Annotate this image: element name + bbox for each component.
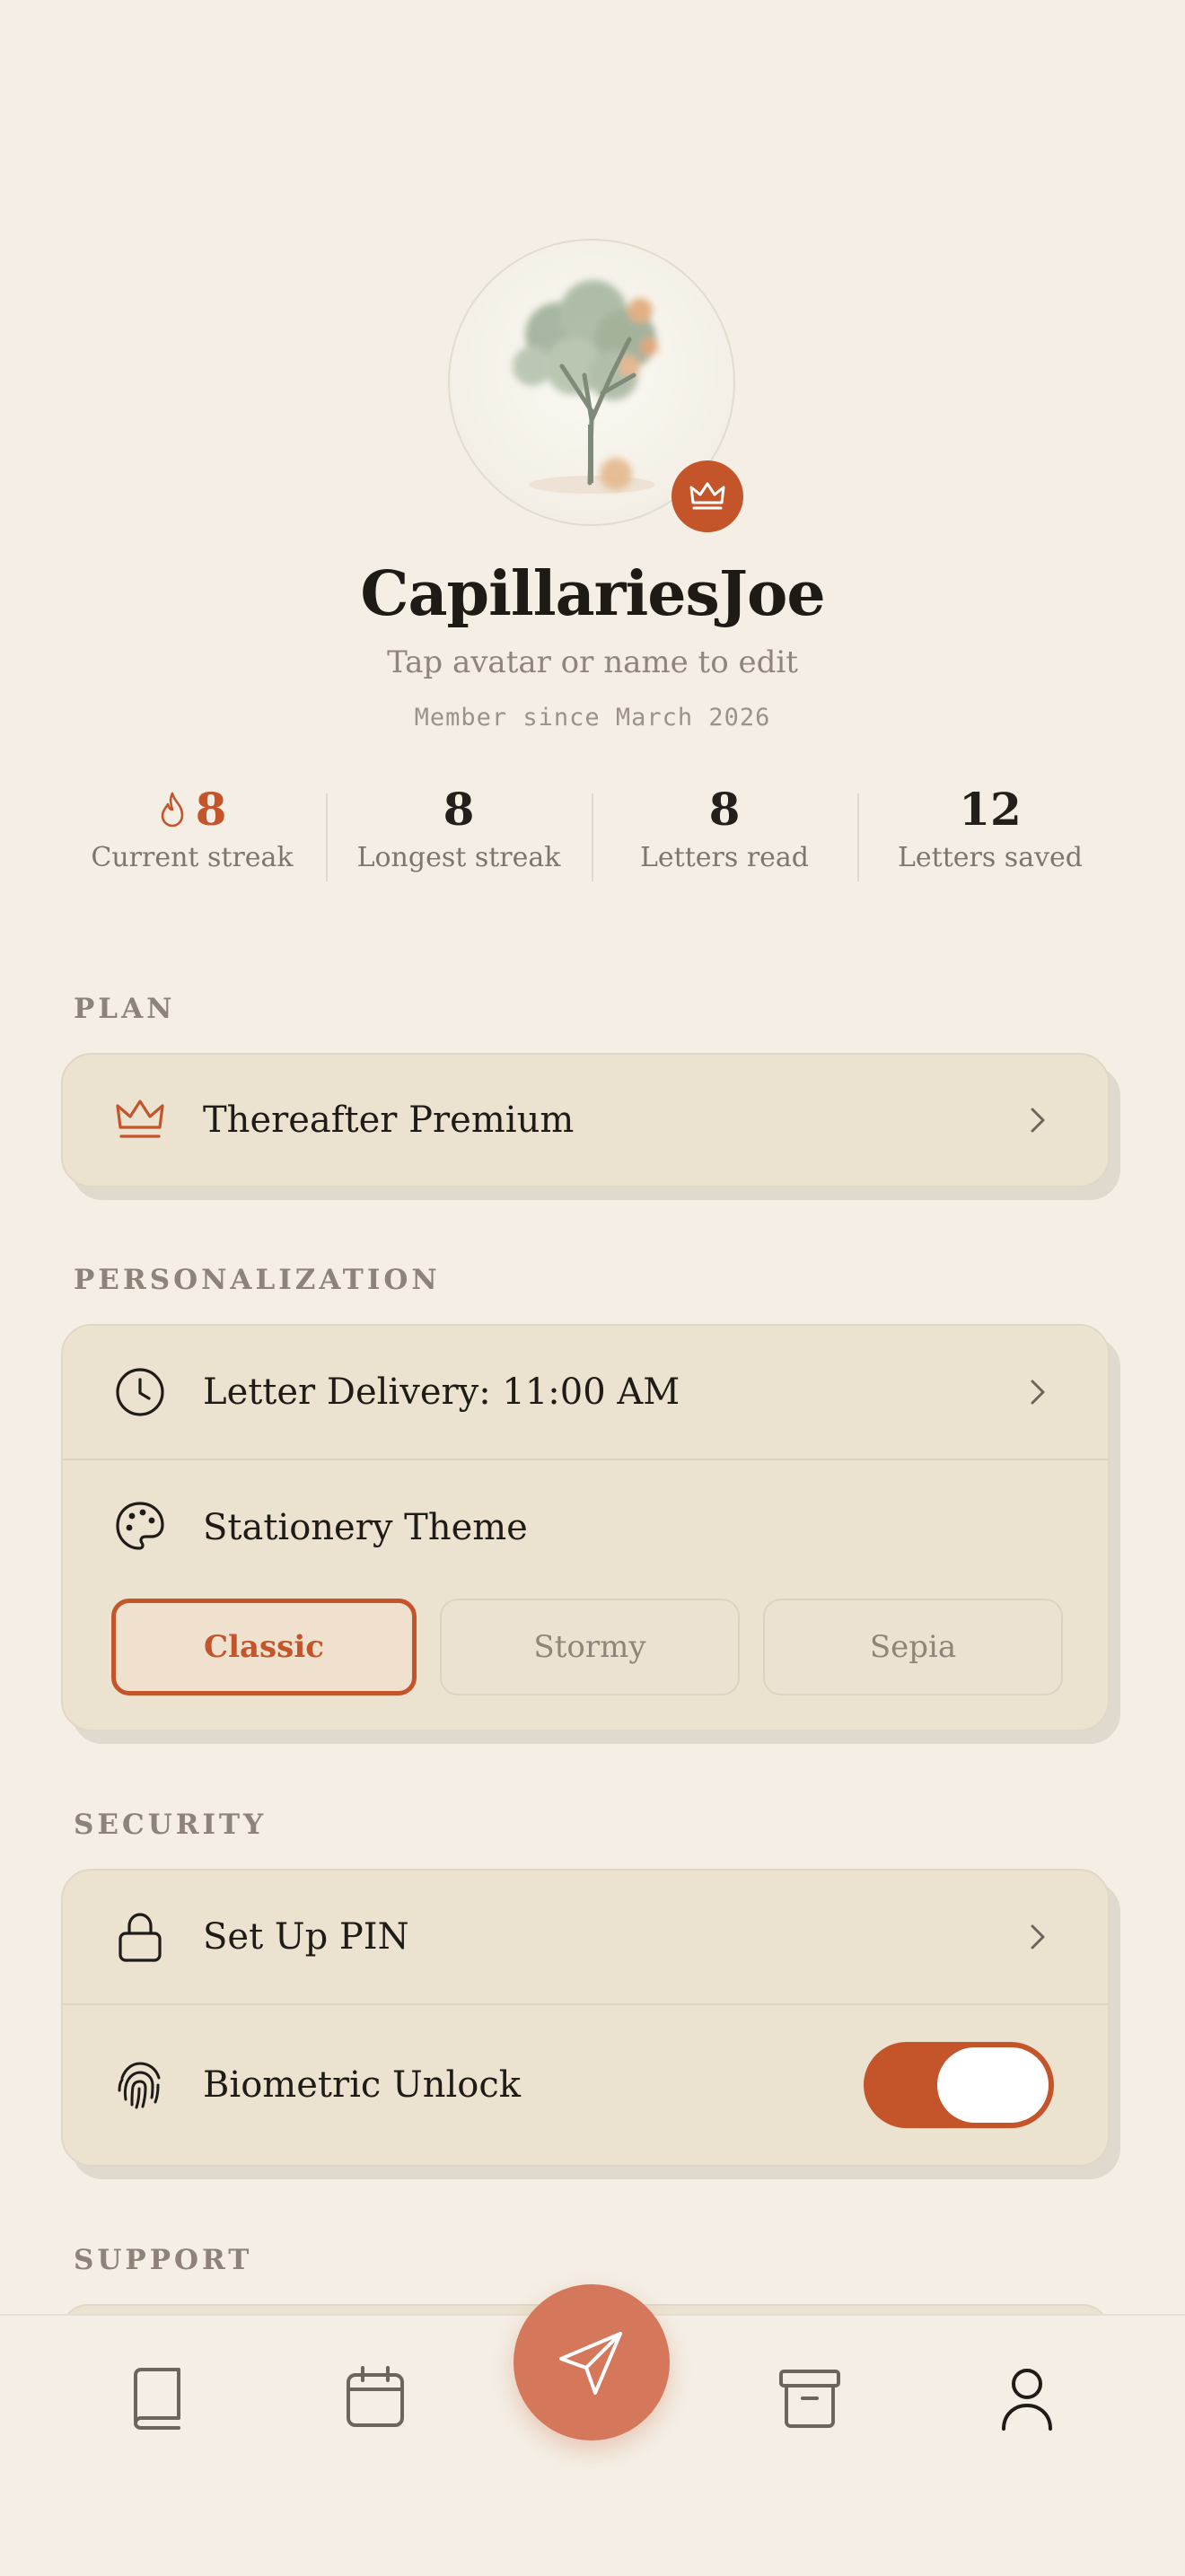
fingerprint-icon xyxy=(118,2062,161,2109)
stat-value: 12 xyxy=(959,783,1022,836)
send-icon xyxy=(559,2332,622,2395)
stationery-theme-label: Stationery Theme xyxy=(203,1507,528,1548)
toggle-knob xyxy=(937,2047,1049,2123)
personalization-card: Letter Delivery: 11:00 AM Stationery The… xyxy=(61,1324,1110,1731)
stat-longest-streak: 8 Longest streak xyxy=(326,783,592,873)
plan-row-premium[interactable]: Thereafter Premium xyxy=(63,1055,1108,1186)
palette-icon xyxy=(116,1502,164,1550)
premium-crown-badge xyxy=(672,460,743,532)
stat-current-streak: 8 Current streak xyxy=(59,783,325,873)
chevron-right-icon xyxy=(1031,1924,1045,1950)
theme-option-stormy[interactable]: Stormy xyxy=(440,1599,740,1695)
profile-username[interactable]: CapillariesJoe xyxy=(0,558,1185,630)
chevron-right-icon xyxy=(1031,1380,1045,1405)
lock-icon xyxy=(118,1913,162,1962)
stat-value: 8 xyxy=(708,783,741,836)
letter-delivery-row[interactable]: Letter Delivery: 11:00 AM xyxy=(63,1326,1108,1459)
plan-card: Thereafter Premium xyxy=(61,1053,1110,1187)
member-since: Member since March 2026 xyxy=(414,704,771,732)
edit-hint: Tap avatar or name to edit xyxy=(387,644,798,680)
chevron-right-icon xyxy=(1031,1108,1045,1133)
biometric-unlock-row: Biometric Unlock xyxy=(63,2005,1108,2165)
security-card: Set Up PIN Biometric Unlock xyxy=(61,1869,1110,2167)
book-icon[interactable] xyxy=(121,2362,193,2434)
stat-letters-saved: 12 Letters saved xyxy=(857,783,1123,873)
section-title-security: SECURITY xyxy=(74,1809,268,1841)
set-up-pin-label: Set Up PIN xyxy=(203,1916,409,1958)
flame-icon xyxy=(161,792,183,828)
stat-letters-read: 8 Letters read xyxy=(592,783,857,873)
section-title-personalization: PERSONALIZATION xyxy=(74,1264,441,1296)
letter-delivery-label: Letter Delivery: 11:00 AM xyxy=(203,1371,680,1413)
stat-label: Letters saved xyxy=(897,842,1083,873)
crown-icon xyxy=(689,482,725,510)
section-title-support: SUPPORT xyxy=(74,2244,253,2276)
plan-label: Thereafter Premium xyxy=(203,1100,575,1141)
compose-letter-button[interactable] xyxy=(514,2284,670,2440)
theme-option-classic[interactable]: Classic xyxy=(111,1599,417,1695)
biometric-unlock-toggle[interactable] xyxy=(864,2042,1054,2128)
calendar-icon[interactable] xyxy=(339,2362,411,2434)
stat-label: Current streak xyxy=(91,842,294,873)
stat-value: 8 xyxy=(195,783,227,836)
archive-icon[interactable] xyxy=(774,2362,846,2434)
theme-option-sepia[interactable]: Sepia xyxy=(763,1599,1063,1695)
stat-value: 8 xyxy=(443,783,475,836)
section-title-plan: PLAN xyxy=(74,993,176,1025)
crown-icon xyxy=(116,1100,164,1138)
stat-label: Longest streak xyxy=(356,842,561,873)
biometric-unlock-label: Biometric Unlock xyxy=(203,2064,521,2106)
profile-icon[interactable] xyxy=(991,2362,1063,2434)
clock-icon xyxy=(116,1368,164,1416)
stationery-theme-row: Stationery Theme xyxy=(63,1460,1108,1595)
set-up-pin-row[interactable]: Set Up PIN xyxy=(63,1871,1108,2003)
stat-label: Letters read xyxy=(640,842,809,873)
